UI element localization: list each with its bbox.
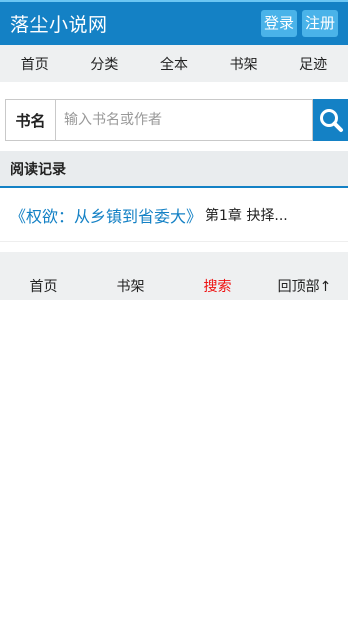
top-nav: 首页 分类 全本 书架 足迹: [0, 45, 348, 82]
header-buttons: 登录 注册: [260, 10, 338, 37]
search-icon: [319, 109, 343, 132]
topnav-item-history[interactable]: 足迹: [278, 54, 348, 74]
record-book-title[interactable]: 《权欲：从乡镇到省委大》: [10, 203, 202, 227]
login-button[interactable]: 登录: [260, 10, 297, 37]
search-button[interactable]: [313, 99, 348, 141]
list-item[interactable]: 《权欲：从乡镇到省委大》 第1章 抉择...: [0, 188, 348, 242]
footnav-item-search[interactable]: 搜索: [174, 276, 261, 296]
footnav-item-bookshelf[interactable]: 书架: [87, 276, 174, 296]
topnav-item-home[interactable]: 首页: [0, 54, 70, 74]
footnav-item-home[interactable]: 首页: [0, 276, 87, 296]
topnav-item-bookshelf[interactable]: 书架: [209, 54, 279, 74]
footer-nav: 首页 书架 搜索 回顶部↑: [0, 252, 348, 300]
site-header: 落尘小说网 登录 注册: [0, 0, 348, 45]
search-bar: 书名: [0, 99, 348, 141]
topnav-item-category[interactable]: 分类: [70, 54, 140, 74]
record-chapter[interactable]: 第1章 抉择...: [205, 205, 288, 225]
topnav-item-complete[interactable]: 全本: [139, 54, 209, 74]
reading-history-heading: 阅读记录: [0, 151, 348, 188]
search-type-label[interactable]: 书名: [5, 99, 55, 141]
footnav-item-back-to-top[interactable]: 回顶部↑: [261, 276, 348, 296]
site-title[interactable]: 落尘小说网: [10, 10, 108, 37]
search-input[interactable]: [55, 99, 313, 141]
register-button[interactable]: 注册: [301, 10, 338, 37]
